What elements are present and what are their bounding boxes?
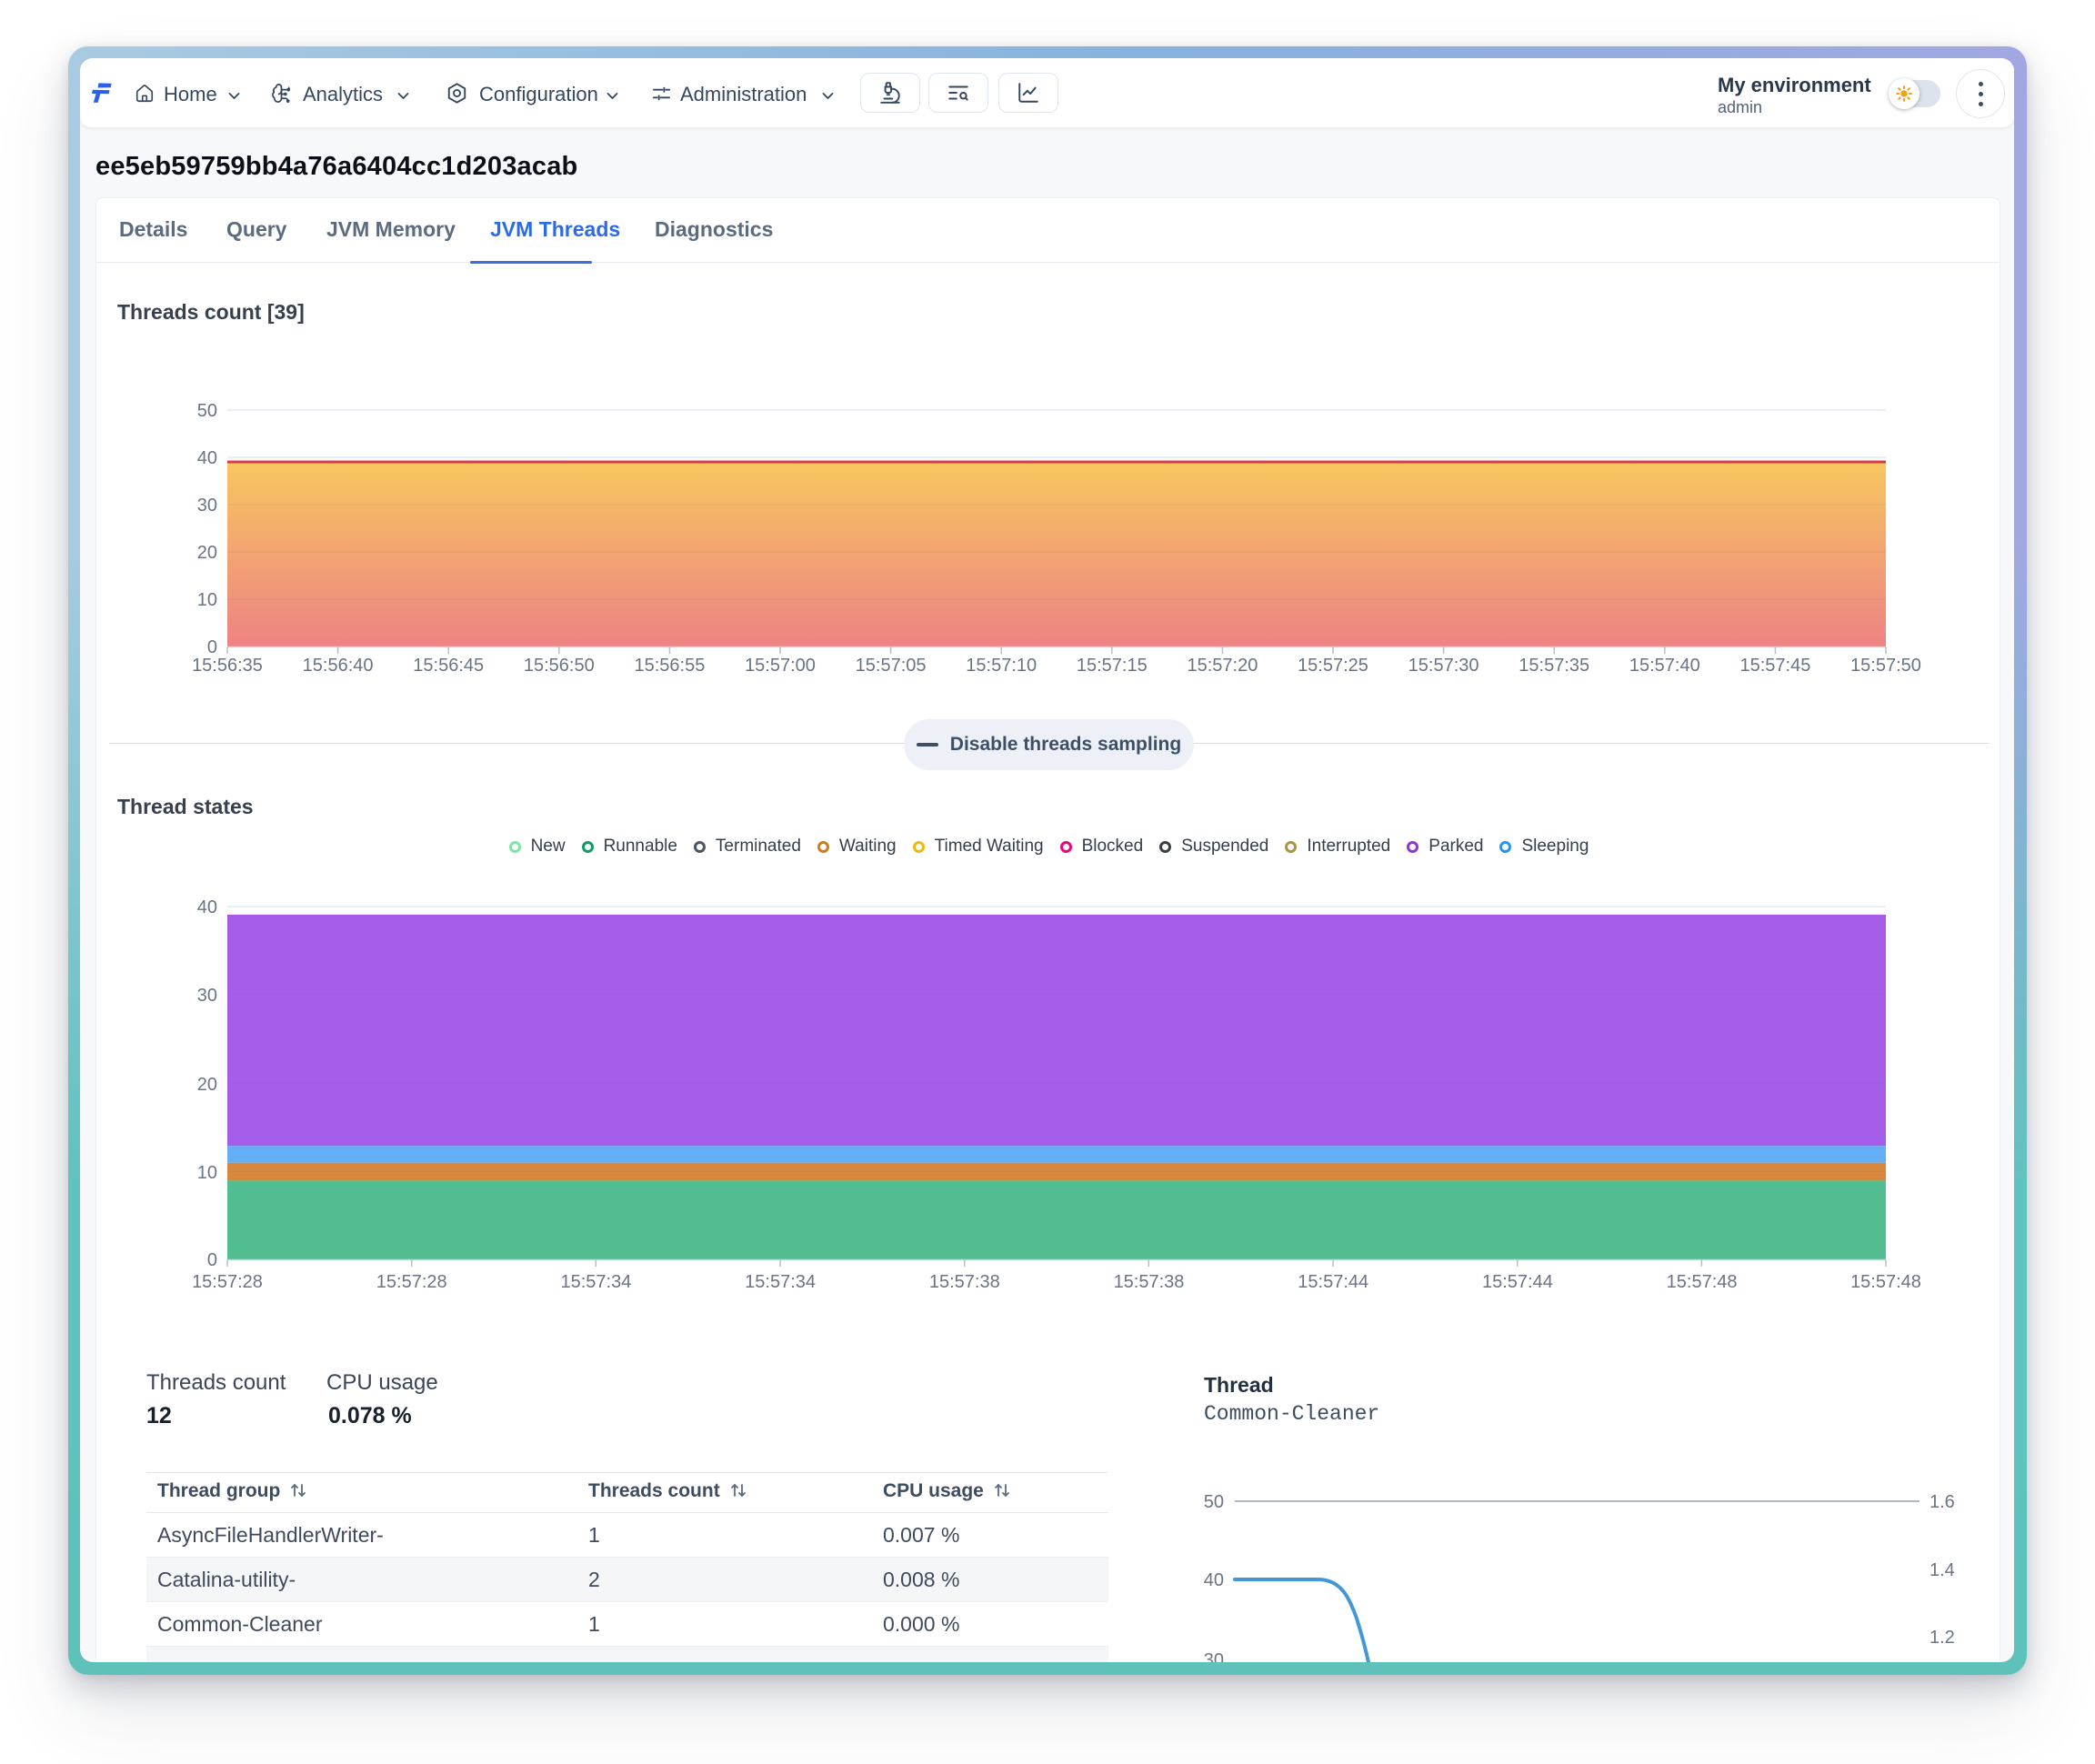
- svg-text:30: 30: [197, 496, 217, 516]
- svg-text:15:57:28: 15:57:28: [376, 1272, 447, 1292]
- svg-text:20: 20: [197, 1075, 217, 1095]
- svg-text:15:57:00: 15:57:00: [745, 656, 816, 676]
- svg-text:15:57:35: 15:57:35: [1519, 656, 1589, 676]
- svg-text:40: 40: [197, 448, 217, 468]
- svg-text:15:56:40: 15:56:40: [303, 656, 374, 676]
- svg-text:15:57:45: 15:57:45: [1739, 656, 1810, 676]
- svg-text:50: 50: [1204, 1492, 1224, 1512]
- svg-text:15:57:28: 15:57:28: [192, 1272, 263, 1292]
- svg-text:15:57:40: 15:57:40: [1629, 656, 1700, 676]
- svg-text:40: 40: [197, 897, 217, 917]
- svg-text:30: 30: [197, 986, 217, 1006]
- svg-text:1.2: 1.2: [1930, 1628, 1955, 1648]
- svg-text:15:56:55: 15:56:55: [634, 656, 705, 676]
- svg-text:30: 30: [1204, 1650, 1224, 1662]
- svg-text:0: 0: [207, 1250, 217, 1270]
- svg-text:1.6: 1.6: [1930, 1492, 1955, 1512]
- svg-text:15:57:15: 15:57:15: [1077, 656, 1148, 676]
- svg-text:15:57:05: 15:57:05: [856, 656, 927, 676]
- svg-text:15:57:34: 15:57:34: [745, 1272, 816, 1292]
- svg-text:20: 20: [197, 543, 217, 563]
- svg-text:10: 10: [197, 1163, 217, 1183]
- svg-text:40: 40: [1204, 1570, 1224, 1590]
- svg-text:15:56:35: 15:56:35: [192, 656, 263, 676]
- svg-text:15:57:30: 15:57:30: [1408, 656, 1479, 676]
- svg-text:15:57:38: 15:57:38: [1114, 1272, 1185, 1292]
- svg-text:15:57:10: 15:57:10: [966, 656, 1037, 676]
- svg-text:15:57:44: 15:57:44: [1298, 1272, 1368, 1292]
- svg-text:15:57:48: 15:57:48: [1850, 1272, 1921, 1292]
- svg-text:0: 0: [207, 637, 217, 657]
- svg-text:50: 50: [197, 401, 217, 421]
- svg-text:15:57:44: 15:57:44: [1482, 1272, 1553, 1292]
- svg-text:15:57:20: 15:57:20: [1187, 656, 1258, 676]
- svg-text:15:57:34: 15:57:34: [560, 1272, 631, 1292]
- svg-text:15:56:45: 15:56:45: [413, 656, 484, 676]
- svg-text:15:57:50: 15:57:50: [1850, 656, 1921, 676]
- svg-text:1.4: 1.4: [1930, 1560, 1955, 1580]
- svg-text:10: 10: [197, 590, 217, 610]
- svg-text:15:57:48: 15:57:48: [1667, 1272, 1738, 1292]
- svg-text:15:57:25: 15:57:25: [1298, 656, 1368, 676]
- svg-text:15:57:38: 15:57:38: [929, 1272, 1000, 1292]
- svg-text:15:56:50: 15:56:50: [524, 656, 595, 676]
